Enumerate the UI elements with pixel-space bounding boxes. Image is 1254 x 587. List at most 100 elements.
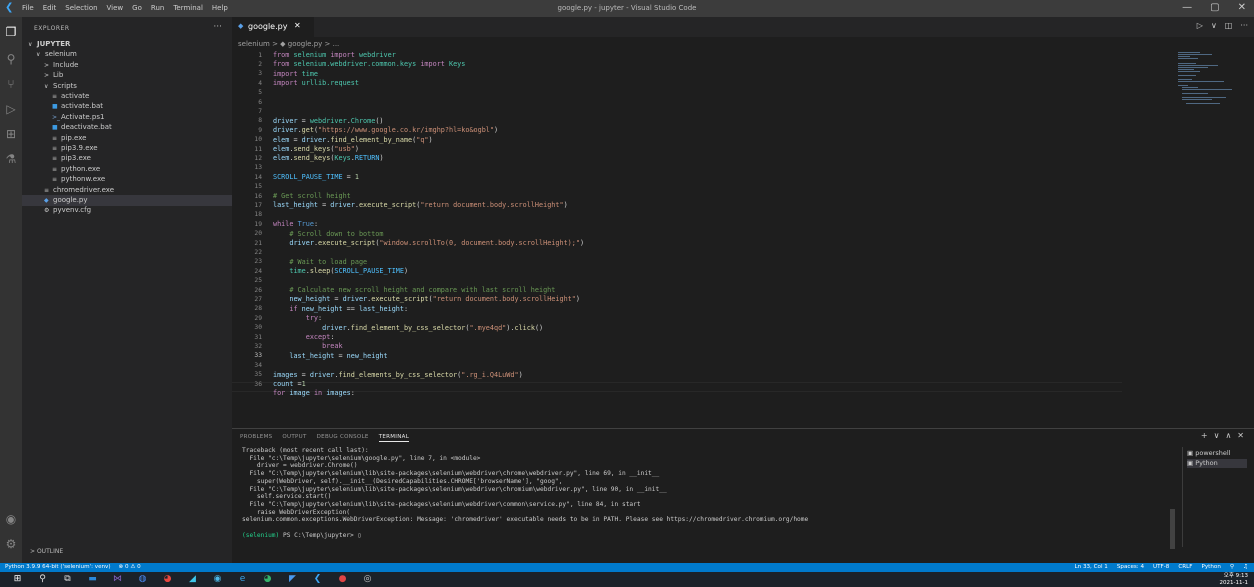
restore-icon[interactable]: ▢ — [1210, 2, 1219, 13]
vscode-taskbar-icon[interactable]: ❮ — [312, 574, 323, 585]
task-view-icon[interactable]: ⧉ — [62, 574, 73, 585]
tree-item[interactable]: ≡ pip3.exe — [22, 153, 91, 164]
app-icon[interactable]: ◎ — [362, 574, 373, 585]
code-line: images = driver.find_elements_by_css_sel… — [273, 370, 523, 379]
tree-item[interactable]: ≡ pip3.9.exe — [22, 143, 98, 154]
line-number: 31 — [254, 333, 262, 341]
app-icon[interactable]: ◢ — [187, 574, 198, 585]
close-panel-icon[interactable]: ✕ — [1237, 431, 1244, 440]
tree-item[interactable]: ⚙ pyvenv.cfg — [22, 205, 91, 216]
tree-item[interactable]: ■ deactivate.bat — [22, 122, 112, 133]
close-tab-icon[interactable]: ✕ — [294, 21, 301, 30]
terminal-item-label: Python — [1195, 459, 1218, 467]
source-control-icon[interactable]: ⑂ — [4, 77, 18, 91]
line-number: 2 — [258, 60, 262, 68]
run-file-icon[interactable]: ▷ — [1197, 21, 1203, 30]
terminal-output[interactable]: Traceback (most recent call last): File … — [242, 447, 1172, 562]
tab-problems[interactable]: PROBLEMS — [240, 434, 272, 442]
tab-debug-console[interactable]: DEBUG CONSOLE — [317, 434, 369, 442]
tree-item[interactable]: ≡ activate — [22, 91, 89, 102]
tree-item[interactable]: > Lib — [22, 70, 63, 81]
split-editor-icon[interactable]: ◫ — [1225, 21, 1233, 30]
problems-count[interactable]: ⊗ 0 ⚠ 0 — [119, 563, 141, 572]
chrome-icon[interactable]: ◕ — [162, 574, 173, 585]
indentation[interactable]: Spaces: 4 — [1117, 563, 1144, 572]
code-line: driver.execute_script("window.scrollTo(0… — [289, 239, 585, 247]
cfg-file-icon: ⚙ — [44, 207, 50, 215]
new-terminal-icon[interactable]: + — [1201, 431, 1208, 440]
tree-item[interactable]: ◆ google.py — [22, 195, 232, 206]
chevron-down-icon[interactable]: ∨ — [1211, 21, 1217, 30]
tree-item[interactable]: ∨ JUPYTER — [22, 39, 70, 50]
tab-output[interactable]: OUTPUT — [282, 434, 306, 442]
system-clock[interactable]: 오후 9:13 2021-11-1 — [1220, 573, 1248, 586]
code-line: time.sleep(SCROLL_PAUSE_TIME) — [289, 267, 409, 276]
tree-item-label: pip.exe — [61, 133, 87, 142]
app-icon[interactable]: ● — [337, 574, 348, 585]
tree-item[interactable]: ≡ python.exe — [22, 164, 100, 175]
code-line: if new_height == last_height: — [289, 304, 409, 313]
line-number: 25 — [254, 277, 262, 285]
search-icon[interactable]: ⚲ — [4, 52, 18, 66]
tree-item[interactable]: >_Activate.ps1 — [22, 112, 104, 123]
app-icon[interactable]: ◕ — [262, 574, 273, 585]
terminal-scrollbar[interactable] — [1170, 509, 1175, 549]
terminal-item-python[interactable]: ▣ Python — [1187, 459, 1247, 468]
code-line: from selenium import webdriver — [273, 51, 396, 59]
cursor-position[interactable]: Ln 33, Col 1 — [1075, 563, 1108, 572]
extensions-icon[interactable]: ⊞ — [4, 127, 18, 141]
manage-gear-icon[interactable]: ⚙ — [4, 537, 18, 551]
terminal-item-powershell[interactable]: ▣ powershell — [1187, 449, 1247, 458]
terminal-prompt[interactable]: (selenium) PS C:\Temp\jupyter> ▯ — [242, 532, 1172, 540]
breadcrumb[interactable]: selenium > ◆ google.py > ... — [238, 40, 339, 48]
tree-item[interactable]: ≡ chromedriver.exe — [22, 185, 114, 196]
edge-icon[interactable]: e — [237, 574, 248, 585]
minimap[interactable] — [1178, 50, 1238, 110]
chevron-down-icon: ∨ — [28, 41, 33, 48]
tree-item[interactable]: ∨ selenium — [22, 49, 77, 60]
more-icon[interactable]: ··· — [1240, 21, 1248, 30]
python-interpreter[interactable]: Python 3.9.9 64-bit ('selenium': venv) — [5, 563, 111, 572]
app-icon[interactable]: ◉ — [212, 574, 223, 585]
exe-file-icon: ≡ — [52, 165, 58, 173]
code-line: elem = driver.find_element_by_name("q") — [273, 135, 433, 144]
code-editor[interactable]: 1 2 3 4 5 6 7 8 9 10 11 12 13 14 15 16 17 18 19 20 21 22 23 24 2… — [232, 50, 1122, 428]
notifications-icon[interactable]: ♫ — [1243, 563, 1248, 572]
encoding[interactable]: UTF-8 — [1153, 563, 1169, 572]
code-line: # Calculate new scroll height and compar… — [289, 286, 556, 294]
tab-terminal[interactable]: TERMINAL — [378, 434, 410, 442]
window-title: google.py - jupyter - Visual Studio Code — [557, 4, 697, 12]
maximize-panel-icon[interactable]: ∧ — [1225, 431, 1231, 440]
search-icon[interactable]: ⚲ — [37, 574, 48, 585]
app-icon[interactable]: ◤ — [287, 574, 298, 585]
line-number: 16 — [254, 192, 262, 200]
windows-start-icon[interactable]: ⊞ — [12, 574, 23, 585]
explorer-icon[interactable]: ❐ — [4, 25, 18, 39]
tree-item[interactable]: > Include — [22, 60, 78, 71]
tree-item[interactable]: ≡ pythonw.exe — [22, 174, 105, 185]
feedback-icon[interactable]: ⚲ — [1230, 563, 1234, 572]
app-icon[interactable]: ◍ — [137, 574, 148, 585]
tree-item[interactable]: ■ activate.bat — [22, 101, 103, 112]
tree-item[interactable]: ≡ pip.exe — [22, 133, 86, 144]
tree-item-label: activate — [61, 92, 90, 100]
line-number: 3 — [258, 70, 262, 78]
file-explorer-icon[interactable]: ▬ — [87, 574, 98, 585]
line-number: 17 — [254, 201, 262, 209]
language-mode[interactable]: Python — [1201, 563, 1220, 572]
terminal-dropdown-icon[interactable]: ∨ — [1214, 431, 1220, 440]
code-line: import time — [273, 69, 319, 78]
close-window-icon[interactable]: ✕ — [1238, 2, 1246, 13]
minimize-icon[interactable]: — — [1182, 2, 1192, 13]
line-ending[interactable]: CRLF — [1178, 563, 1192, 572]
account-icon[interactable]: ◉ — [4, 512, 18, 526]
editor-scrollbar[interactable] — [1238, 37, 1252, 428]
tree-item[interactable]: ∨ Scripts — [22, 81, 77, 92]
testing-icon[interactable]: ⚗ — [4, 152, 18, 166]
tab-google-py[interactable]: ◆ google.py ✕ — [232, 17, 314, 37]
run-debug-icon[interactable]: ▷ — [4, 102, 18, 116]
outline-section[interactable]: > OUTLINE — [30, 548, 63, 555]
more-actions-icon[interactable]: ··· — [213, 22, 222, 32]
visual-studio-icon[interactable]: ⋈ — [112, 574, 123, 585]
exe-file-icon: ≡ — [44, 186, 50, 194]
